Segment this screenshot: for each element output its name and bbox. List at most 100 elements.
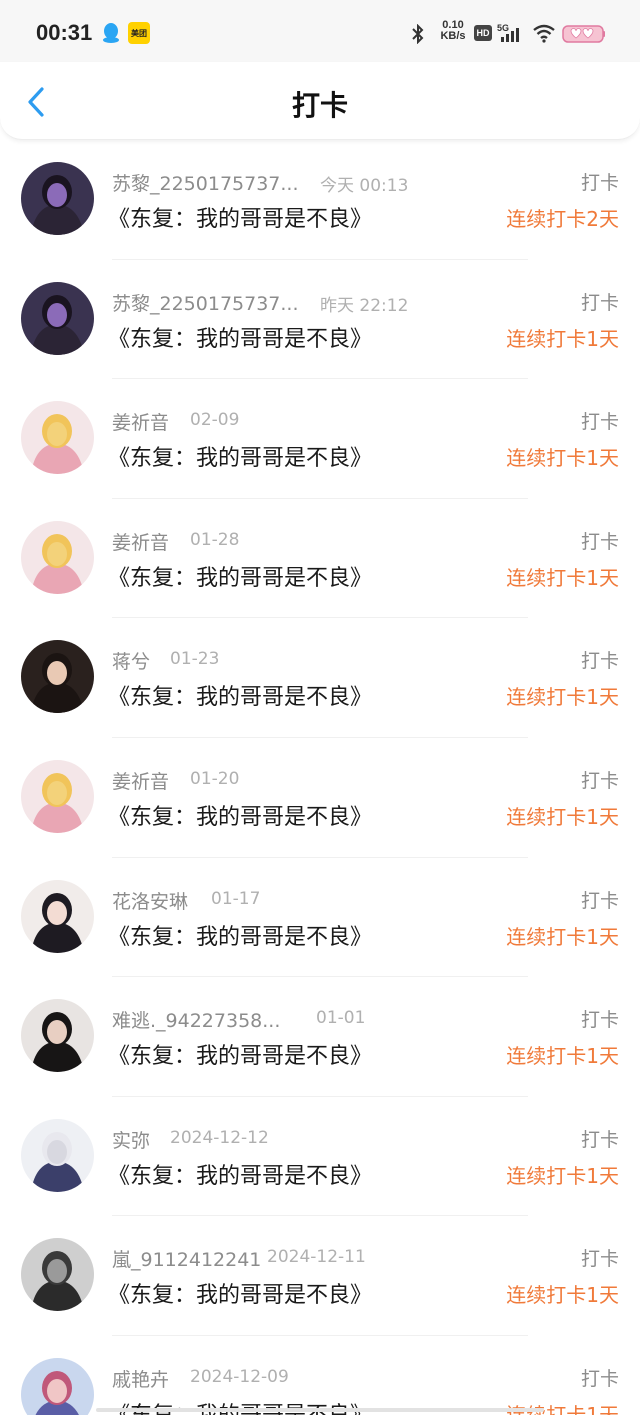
checkin-time: 01-01 [316, 1008, 366, 1029]
status-bar: 00:31 美团 0.10 KB/s HD 5G [0, 0, 640, 62]
user-name[interactable]: 花洛安琳 [112, 887, 188, 914]
avatar[interactable] [21, 759, 94, 833]
avatar-image [21, 999, 94, 1073]
network-speed: 0.10 KB/s [438, 20, 468, 42]
avatar-image [21, 281, 94, 355]
checkin-tag: 打卡 [580, 411, 619, 434]
book-title[interactable]: 《东复：我的哥哥是不良》 [108, 799, 372, 831]
avatar-image [21, 1118, 94, 1192]
checkin-tag: 打卡 [580, 650, 619, 673]
checkin-tag: 打卡 [580, 1128, 619, 1151]
checkin-time: 2024-12-11 [267, 1247, 366, 1268]
avatar-image [21, 520, 94, 594]
book-title[interactable]: 《东复：我的哥哥是不良》 [108, 440, 372, 472]
user-name[interactable]: 姜祈音 [112, 408, 169, 435]
avatar-image [21, 759, 94, 833]
gesture-bar[interactable] [96, 1408, 544, 1412]
streak-label: 连续打卡1天 [506, 924, 619, 949]
checkin-list-item[interactable]: 姜祈音 01-28 《东复：我的哥哥是不良》 打卡 连续打卡1天 [0, 499, 640, 619]
avatar[interactable] [21, 879, 94, 953]
title-bar: 打卡 [0, 62, 640, 140]
checkin-time: 昨天 22:12 [320, 295, 409, 316]
book-title[interactable]: 《东复：我的哥哥是不良》 [108, 1038, 372, 1070]
checkin-list-item[interactable]: 姜祈音 02-09 《东复：我的哥哥是不良》 打卡 连续打卡1天 [0, 379, 640, 499]
checkin-list-item[interactable]: 蒋兮 01-23 《东复：我的哥哥是不良》 打卡 连续打卡1天 [0, 618, 640, 738]
bluetooth-icon [412, 24, 424, 44]
book-title[interactable]: 《东复：我的哥哥是不良》 [108, 321, 372, 353]
checkin-list[interactable]: 苏黎_2250175737... 今天 00:13 《东复：我的哥哥是不良》 打… [0, 140, 640, 1415]
checkin-tag: 打卡 [580, 1367, 619, 1390]
streak-label: 连续打卡1天 [506, 1402, 619, 1415]
book-title[interactable]: 《东复：我的哥哥是不良》 [108, 1397, 372, 1415]
checkin-list-item[interactable]: 苏黎_2250175737... 今天 00:13 《东复：我的哥哥是不良》 打… [0, 140, 640, 260]
book-title[interactable]: 《东复：我的哥哥是不良》 [108, 1158, 372, 1190]
signal-label: 5G [497, 23, 509, 33]
checkin-time: 2024-12-12 [170, 1127, 269, 1148]
streak-label: 连续打卡1天 [506, 804, 619, 829]
avatar[interactable] [21, 401, 94, 475]
avatar[interactable] [21, 1238, 94, 1312]
checkin-tag: 打卡 [580, 172, 619, 194]
avatar[interactable] [21, 281, 94, 355]
checkin-time: 01-17 [211, 888, 261, 909]
user-name[interactable]: 蒋兮 [112, 647, 150, 674]
meituan-icon: 美团 [128, 22, 150, 44]
streak-label: 连续打卡1天 [506, 1044, 619, 1069]
streak-label: 连续打卡1天 [506, 446, 619, 471]
avatar[interactable] [21, 1357, 94, 1415]
avatar-image [21, 879, 94, 953]
avatar-image [21, 1357, 94, 1415]
checkin-list-item[interactable]: 花洛安琳 01-17 《东复：我的哥哥是不良》 打卡 连续打卡1天 [0, 858, 640, 978]
status-time: 00:31 [36, 20, 93, 45]
streak-label: 连续打卡1天 [506, 685, 619, 710]
avatar-image [21, 162, 94, 235]
wifi-icon [533, 24, 555, 43]
avatar[interactable] [21, 999, 94, 1073]
checkin-list-item[interactable]: 难逃._94227358... 01-01 《东复：我的哥哥是不良》 打卡 连续… [0, 977, 640, 1097]
signal-icon: 5G [497, 23, 519, 42]
streak-label: 连续打卡1天 [506, 565, 619, 590]
checkin-list-item[interactable]: 姜祈音 01-20 《东复：我的哥哥是不良》 打卡 连续打卡1天 [0, 738, 640, 858]
checkin-time: 01-23 [170, 649, 220, 670]
checkin-tag: 打卡 [580, 769, 619, 792]
checkin-time: 01-28 [190, 529, 240, 550]
book-title[interactable]: 《东复：我的哥哥是不良》 [108, 1277, 372, 1309]
page-title: 打卡 [291, 89, 348, 122]
checkin-tag: 打卡 [580, 889, 619, 912]
user-name[interactable]: 苏黎_2250175737... [112, 289, 299, 316]
book-title[interactable]: 《东复：我的哥哥是不良》 [108, 919, 372, 951]
checkin-list-item[interactable]: 实弥 2024-12-12 《东复：我的哥哥是不良》 打卡 连续打卡1天 [0, 1097, 640, 1217]
checkin-time: 02-09 [190, 410, 240, 431]
app-screen: 00:31 美团 0.10 KB/s HD 5G 打卡 苏黎_225017573… [0, 0, 640, 1415]
checkin-time: 2024-12-09 [190, 1366, 289, 1387]
user-name[interactable]: 嵐_9112412241 [112, 1245, 261, 1272]
checkin-time: 01-20 [190, 768, 240, 789]
streak-label: 连续打卡1天 [506, 1163, 619, 1188]
streak-label: 连续打卡1天 [506, 326, 619, 351]
hd-icon: HD [474, 25, 492, 41]
user-name[interactable]: 姜祈音 [112, 528, 169, 555]
checkin-list-item[interactable]: 苏黎_2250175737... 昨天 22:12 《东复：我的哥哥是不良》 打… [0, 260, 640, 380]
avatar[interactable] [21, 162, 94, 235]
book-title[interactable]: 《东复：我的哥哥是不良》 [108, 679, 372, 711]
network-speed-unit: KB/s [440, 30, 466, 42]
user-name[interactable]: 难逃._94227358... [112, 1006, 280, 1033]
avatar[interactable] [21, 520, 94, 594]
user-name[interactable]: 戚艳卉 [112, 1365, 169, 1392]
checkin-list-item[interactable]: 戚艳卉 2024-12-09 《东复：我的哥哥是不良》 打卡 连续打卡1天 [0, 1336, 640, 1415]
checkin-list-item[interactable]: 嵐_9112412241 2024-12-11 《东复：我的哥哥是不良》 打卡 … [0, 1216, 640, 1336]
battery-icon [562, 25, 605, 43]
avatar[interactable] [21, 1118, 94, 1192]
qq-icon [103, 23, 119, 43]
user-name[interactable]: 实弥 [112, 1126, 150, 1153]
checkin-tag: 打卡 [580, 291, 619, 314]
book-title[interactable]: 《东复：我的哥哥是不良》 [108, 201, 372, 233]
book-title[interactable]: 《东复：我的哥哥是不良》 [108, 560, 372, 592]
avatar-image [21, 640, 94, 714]
checkin-tag: 打卡 [580, 530, 619, 553]
avatar-image [21, 1238, 94, 1312]
avatar[interactable] [21, 640, 94, 714]
streak-label: 连续打卡1天 [506, 1283, 619, 1308]
user-name[interactable]: 苏黎_2250175737... [112, 169, 299, 196]
user-name[interactable]: 姜祈音 [112, 767, 169, 794]
